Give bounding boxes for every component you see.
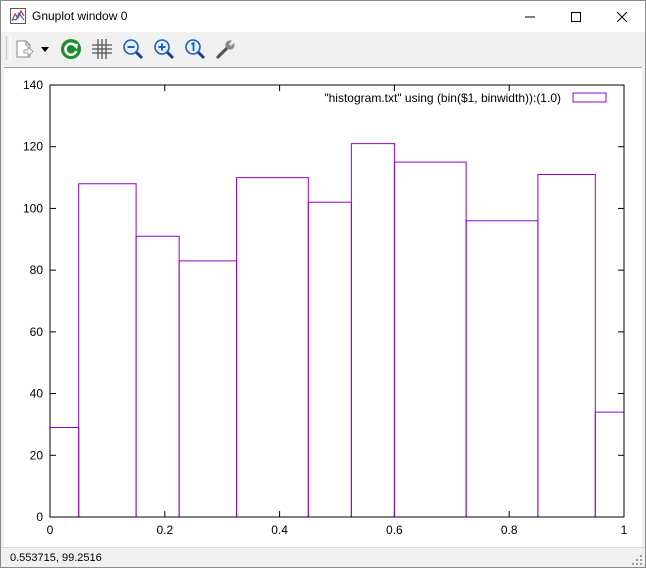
x-axis: 0 0.2 0.4 0.6 0.8 1 (47, 85, 628, 537)
maximize-icon (571, 11, 581, 22)
zoom-previous-button[interactable] (120, 36, 146, 62)
histogram-bar (594, 411, 625, 517)
legend-swatch (572, 92, 607, 103)
y-tick-label: 60 (30, 325, 44, 339)
legend: "histogram.txt" using (bin($1, binwidth)… (324, 91, 607, 105)
gnuplot-app-icon (10, 8, 26, 24)
histogram-chart[interactable]: 0 20 40 60 80 100 120 140 0 0.2 0.4 0.6 0.8 1 "histo… (4, 68, 642, 548)
y-axis: 0 20 40 60 80 100 120 140 (23, 78, 624, 524)
chevron-down-icon (41, 47, 49, 52)
y-tick-label: 100 (23, 201, 43, 215)
x-tick-label: 1 (621, 523, 628, 537)
histogram-bar (465, 220, 539, 517)
toggle-grid-button[interactable] (89, 36, 115, 62)
x-tick-label: 0.4 (271, 523, 288, 537)
refresh-icon (61, 39, 81, 59)
y-tick-label: 20 (30, 448, 44, 462)
histogram-bar (236, 177, 309, 517)
y-tick-label: 120 (23, 140, 43, 154)
histogram-bar (350, 143, 395, 517)
window-title: Gnuplot window 0 (32, 9, 128, 23)
histogram-bar (49, 427, 80, 517)
x-tick-label: 0 (47, 523, 54, 537)
y-tick-label: 80 (30, 263, 44, 277)
histogram-bar (537, 173, 596, 517)
histogram-bar (78, 183, 137, 517)
autoscale-button[interactable] (182, 36, 208, 62)
options-button[interactable] (213, 36, 239, 62)
histogram-bar (307, 201, 352, 517)
x-tick-label: 0.2 (156, 523, 173, 537)
x-tick-label: 0.8 (501, 523, 518, 537)
minimize-icon (525, 16, 535, 17)
y-tick-label: 40 (30, 387, 44, 401)
title-bar[interactable]: Gnuplot window 0 (1, 1, 645, 32)
copy-to-clipboard-button[interactable] (13, 36, 35, 62)
wrench-icon (216, 38, 237, 59)
zoom-out-icon (123, 39, 144, 60)
resize-grip-icon[interactable] (631, 554, 643, 566)
minimize-button[interactable] (507, 1, 553, 32)
zoom-reset-icon (185, 39, 206, 60)
maximize-button[interactable] (553, 1, 599, 32)
status-bar: 0.553715, 99.2516 (1, 547, 645, 567)
y-tick-label: 140 (23, 78, 43, 92)
copy-dropdown-button[interactable] (39, 36, 51, 62)
grid-icon (92, 39, 112, 59)
toolbar-grip[interactable] (6, 36, 11, 60)
legend-entry-label: "histogram.txt" using (bin($1, binwidth)… (324, 91, 561, 105)
gnuplot-window: Gnuplot window 0 0 20 40 60 80 100 120 1… (0, 0, 646, 568)
histogram-bar (393, 161, 467, 517)
zoom-next-button[interactable] (151, 36, 177, 62)
histogram-bar (178, 260, 238, 517)
mouse-coordinates: 0.553715, 99.2516 (10, 552, 102, 564)
zoom-in-icon (154, 39, 175, 60)
copy-document-icon (16, 40, 34, 58)
toolbar (1, 32, 645, 65)
close-icon (617, 11, 627, 22)
y-tick-label: 0 (36, 510, 43, 524)
replot-button[interactable] (58, 36, 84, 62)
x-tick-label: 0.6 (386, 523, 403, 537)
close-button[interactable] (599, 1, 645, 32)
histogram-bars (49, 143, 625, 517)
histogram-bar (135, 235, 180, 517)
plot-area[interactable]: 0 20 40 60 80 100 120 140 0 0.2 0.4 0.6 0.8 1 "histo… (4, 67, 642, 548)
